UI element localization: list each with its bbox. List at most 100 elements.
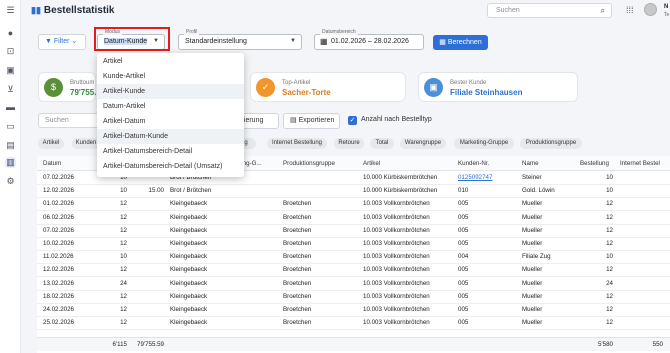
- column-chip[interactable]: Artikel: [38, 138, 64, 149]
- money-icon: $: [44, 78, 63, 97]
- user-icon[interactable]: ●: [5, 28, 16, 39]
- cell-produktionsgruppe: [283, 185, 353, 197]
- table-row[interactable]: 11.02.2026 10 Kleingebaeck Broetchen 10.003 …: [37, 251, 670, 265]
- cell-kunden-nr[interactable]: 0125092747: [458, 172, 508, 184]
- export-button[interactable]: ▤ Exportieren: [283, 113, 340, 129]
- col-header-artikel[interactable]: Artikel: [363, 156, 423, 171]
- chart-icon[interactable]: ▥: [5, 157, 16, 168]
- cart-icon[interactable]: ⊻: [5, 84, 16, 95]
- cell-artikel: 10.003 Vollkornbrötchen: [363, 240, 430, 247]
- modus-option[interactable]: Artikel: [97, 54, 244, 69]
- cell-bestellung: 10: [606, 187, 613, 195]
- table-row[interactable]: 10.02.2026 12 Kleingebaeck Broetchen 10.003 …: [37, 238, 670, 251]
- cell-bestellung: 12: [606, 266, 613, 274]
- col-header-bestellung[interactable]: Bestellung: [580, 156, 622, 171]
- cell-artikel: 10.003 Vollkornbrötchen: [363, 253, 430, 261]
- avatar[interactable]: [644, 3, 657, 16]
- document-icon[interactable]: ▤: [5, 140, 16, 151]
- file-icon: ▤: [290, 117, 297, 124]
- column-chip[interactable]: Internet Bestellung: [267, 138, 327, 149]
- profil-select[interactable]: Profil Standardeinstellung ▼: [178, 29, 302, 50]
- cell-menge: 24: [120, 279, 127, 287]
- table-row[interactable]: 07.02.2026 12 Kleingebaeck Broetchen 10.003 …: [37, 225, 670, 238]
- column-chip[interactable]: Kunden: [72, 138, 100, 149]
- anzahl-checkbox[interactable]: ✓: [348, 116, 357, 125]
- cell-marketing-gruppe: Kleingebaeck: [170, 292, 208, 300]
- modus-option[interactable]: Artikel-Kunde: [97, 84, 244, 99]
- modus-option[interactable]: Kunde-Artikel: [97, 69, 244, 84]
- table-row[interactable]: 12.02.2026 10 15.00 Brot / Brötchen 10.000 K…: [37, 185, 670, 199]
- cell-marketing-gruppe: Brot / Brötchen: [170, 187, 212, 195]
- cell-kunden-nr: 004: [458, 253, 469, 261]
- cell-datum: 06.02.2026: [43, 213, 74, 221]
- col-header-kunden-nr[interactable]: Kunden-Nr.: [458, 156, 508, 171]
- cell-produktionsgruppe: Broetchen: [283, 319, 312, 327]
- column-chip[interactable]: Total: [370, 138, 394, 149]
- modus-option[interactable]: Datum-Artikel: [97, 99, 244, 114]
- cell-betrag: [129, 251, 164, 263]
- cell-kunden-nr: 005: [458, 279, 469, 287]
- col-header-datum[interactable]: Datum: [43, 156, 83, 171]
- cell-marketing-gruppe: Kleingebaeck: [170, 319, 208, 327]
- cell-datum: 25.02.2026: [43, 319, 74, 327]
- cell-produktionsgruppe: Broetchen: [283, 266, 312, 274]
- filter-button[interactable]: ▼ Filter ⌄: [38, 34, 86, 50]
- berechnen-label: Berechnen: [447, 39, 482, 46]
- table-search-input[interactable]: Suchen: [38, 113, 100, 128]
- filter-label: Filter: [53, 38, 70, 45]
- cell-bestellung: 12: [606, 226, 613, 234]
- gear-icon[interactable]: ⚙: [5, 176, 16, 187]
- modus-option[interactable]: Artikel-Datumsbereich-Detail: [97, 144, 244, 159]
- datum-range-field[interactable]: Datumsbereich 01.02.2026 – 28.02.2026 ▦: [314, 29, 424, 50]
- kpi-value: Sacher-Torte: [282, 88, 331, 97]
- cell-kunden-nr: 005: [458, 319, 469, 327]
- table-row[interactable]: 12.02.2026 12 Kleingebaeck Broetchen 10.003 …: [37, 264, 670, 278]
- berechnen-button[interactable]: ▦ Berechnen: [433, 35, 488, 50]
- top-bar: ▮▮ Bestellstatistik Suchen ⌕ ⁞⁞⁞ N Te: [22, 0, 670, 22]
- cell-kunden-nr: 010: [458, 187, 469, 195]
- modus-option[interactable]: Artikel-Datum-Kunde: [97, 129, 244, 144]
- col-header-produktionsgruppe[interactable]: Produktionsgruppe: [283, 156, 353, 171]
- global-search-input[interactable]: Suchen ⌕: [487, 3, 612, 18]
- table-row[interactable]: 01.02.2026 12 Kleingebaeck Broetchen 10.003 …: [37, 198, 670, 212]
- column-chip[interactable]: Produktionsgruppe: [520, 138, 582, 149]
- column-chip[interactable]: Warengruppe: [400, 138, 446, 149]
- kpi-title: Bester Kunde: [450, 80, 487, 86]
- table-row[interactable]: 24.02.2026 12 Kleingebaeck Broetchen 10.003 …: [37, 304, 670, 317]
- table-row[interactable]: 25.02.2026 12 Kleingebaeck Broetchen 10.003 …: [37, 317, 670, 331]
- col-header-internet-bestellung[interactable]: Internet Bestel: [620, 156, 670, 171]
- search-icon[interactable]: ⌕: [601, 4, 605, 17]
- scan-icon[interactable]: ⊡: [5, 46, 16, 57]
- cell-bestellung: 12: [606, 200, 613, 208]
- briefcase-icon[interactable]: ▣: [5, 65, 16, 76]
- side-rail: ☰ ● ⊡ ▣ ⊻ ▬ ▭ ▤ ▥ ⚙: [0, 0, 21, 353]
- column-chip[interactable]: Retoure: [334, 138, 364, 149]
- cell-artikel: 10.003 Vollkornbrötchen: [363, 306, 430, 313]
- cell-marketing-gruppe: Kleingebaeck: [170, 279, 208, 287]
- modus-option[interactable]: Artikel-Datum: [97, 114, 244, 129]
- truck-icon[interactable]: ▬: [5, 102, 16, 113]
- cell-kunden-nr: 005: [458, 306, 469, 313]
- cell-artikel: 10.003 Vollkornbrötchen: [363, 292, 430, 300]
- table-row[interactable]: 06.02.2026 12 Kleingebaeck Broetchen 10.003 …: [37, 212, 670, 225]
- cell-betrag: [129, 225, 164, 237]
- apps-grid-icon[interactable]: ⁞⁞⁞: [626, 5, 634, 15]
- kpi-card-top-artikel: ✓ Top-Artikel Sacher-Torte: [250, 72, 406, 102]
- col-header-name[interactable]: Name: [522, 156, 562, 171]
- column-chip[interactable]: Marketing-Gruppe: [454, 138, 514, 149]
- card-icon[interactable]: ▭: [5, 121, 16, 132]
- cell-name: Mueller: [522, 306, 543, 313]
- anzahl-label: Anzahl nach Bestelltyp: [361, 116, 432, 123]
- user-subtitle: Te: [664, 12, 670, 18]
- table-row[interactable]: 18.02.2026 12 Kleingebaeck Broetchen 10.003 …: [37, 291, 670, 304]
- datum-value: 01.02.2026 – 28.02.2026: [331, 38, 409, 45]
- cell-artikel: 10.003 Vollkornbrötchen: [363, 266, 430, 274]
- menu-icon[interactable]: ☰: [5, 5, 16, 16]
- calculator-icon: ▦: [439, 39, 446, 46]
- modus-option[interactable]: Artikel-Datumsbereich-Detail (Umsatz): [97, 159, 244, 174]
- cell-produktionsgruppe: [283, 172, 353, 184]
- cell-marketing-gruppe: Kleingebaeck: [170, 213, 208, 221]
- cell-produktionsgruppe: Broetchen: [283, 279, 312, 287]
- table-row[interactable]: 13.02.2026 24 Kleingebaeck Broetchen 10.003 …: [37, 278, 670, 291]
- cell-marketing-gruppe: Kleingebaeck: [170, 226, 208, 234]
